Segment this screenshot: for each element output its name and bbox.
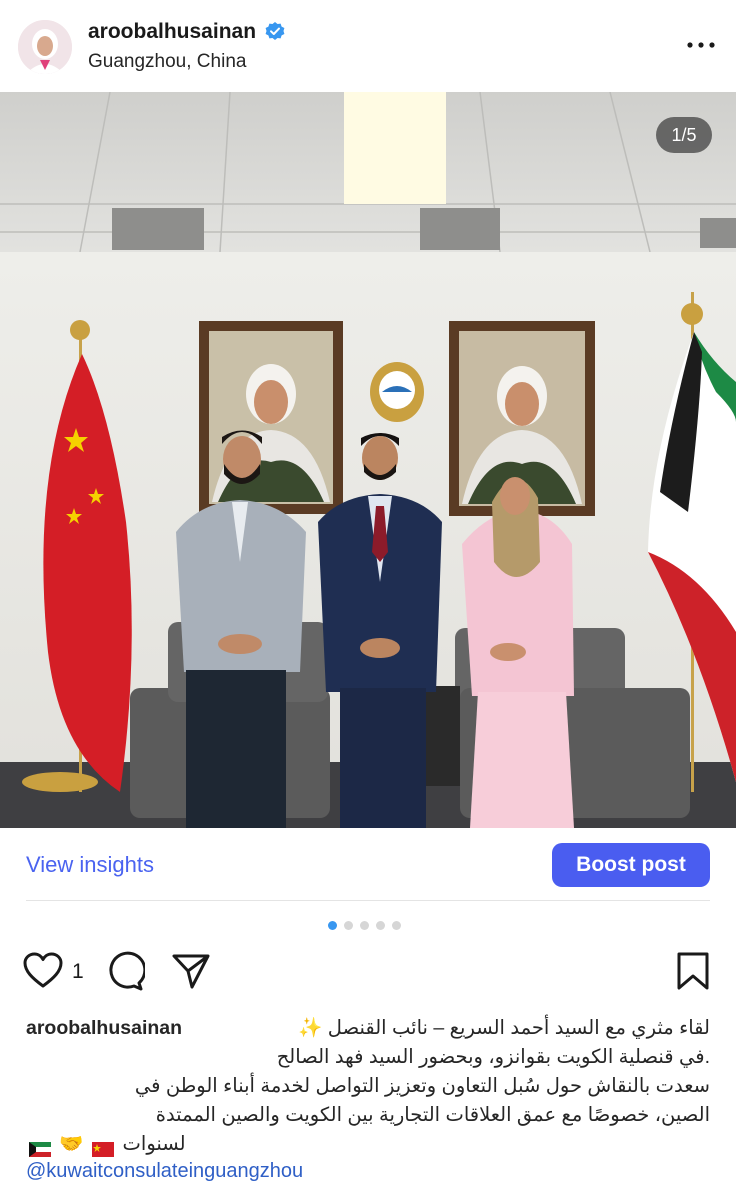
heart-icon[interactable] bbox=[22, 950, 64, 992]
caption-username[interactable]: aroobalhusainan bbox=[26, 1017, 182, 1039]
post-photo[interactable]: 1/5 bbox=[0, 92, 736, 828]
kuwait-flag-icon bbox=[29, 1137, 51, 1158]
photo-counter: 1/5 bbox=[656, 117, 712, 153]
caption-text: سعدت بالنقاش حول سُبل التعاون وتعزيز الت… bbox=[134, 1075, 710, 1097]
bookmark-icon[interactable] bbox=[672, 950, 714, 992]
more-options-icon[interactable] bbox=[686, 34, 716, 56]
carousel-dot bbox=[392, 921, 401, 930]
post-icon-row: 1 bbox=[0, 950, 736, 994]
like-count[interactable]: 1 bbox=[72, 960, 84, 984]
caption-line: 🤝 لسنوات bbox=[26, 1130, 710, 1159]
post-location[interactable]: Guangzhou, China bbox=[88, 51, 246, 73]
caption-text: لسنوات bbox=[122, 1133, 186, 1155]
caption-line: aroobalhusainan لقاء مثري مع السيد أحمد … bbox=[26, 1014, 710, 1043]
avatar[interactable] bbox=[18, 20, 72, 74]
comment-icon[interactable] bbox=[103, 950, 147, 992]
caption-text: .في قنصلية الكويت بقوانزو، وبحضور السيد … bbox=[276, 1046, 710, 1068]
carousel-dot bbox=[376, 921, 385, 930]
post-actions-bar: View insights Boost post bbox=[0, 828, 736, 898]
carousel-dots bbox=[328, 921, 401, 930]
divider bbox=[26, 900, 710, 901]
handshake-emoji: 🤝 bbox=[59, 1133, 84, 1155]
post-caption: aroobalhusainan لقاء مثري مع السيد أحمد … bbox=[26, 1014, 710, 1159]
boost-post-button[interactable]: Boost post bbox=[552, 843, 710, 887]
china-flag-icon bbox=[92, 1137, 115, 1158]
caption-text: الصين، خصوصًا مع عمق العلاقات التجارية ب… bbox=[155, 1104, 710, 1126]
carousel-dot bbox=[360, 921, 369, 930]
caption-text: لقاء مثري مع السيد أحمد السريع – نائب ال… bbox=[298, 1017, 710, 1039]
carousel-dot bbox=[344, 921, 353, 930]
share-icon[interactable] bbox=[170, 950, 212, 992]
post-username[interactable]: aroobalhusainan bbox=[88, 20, 286, 44]
carousel-dot bbox=[328, 921, 337, 930]
view-insights-link[interactable]: View insights bbox=[26, 852, 154, 878]
post-header: aroobalhusainan Guangzhou, China bbox=[0, 0, 736, 92]
verified-badge-icon bbox=[264, 21, 286, 43]
mention-link[interactable]: @kuwaitconsulateinguangzhou bbox=[26, 1160, 303, 1183]
